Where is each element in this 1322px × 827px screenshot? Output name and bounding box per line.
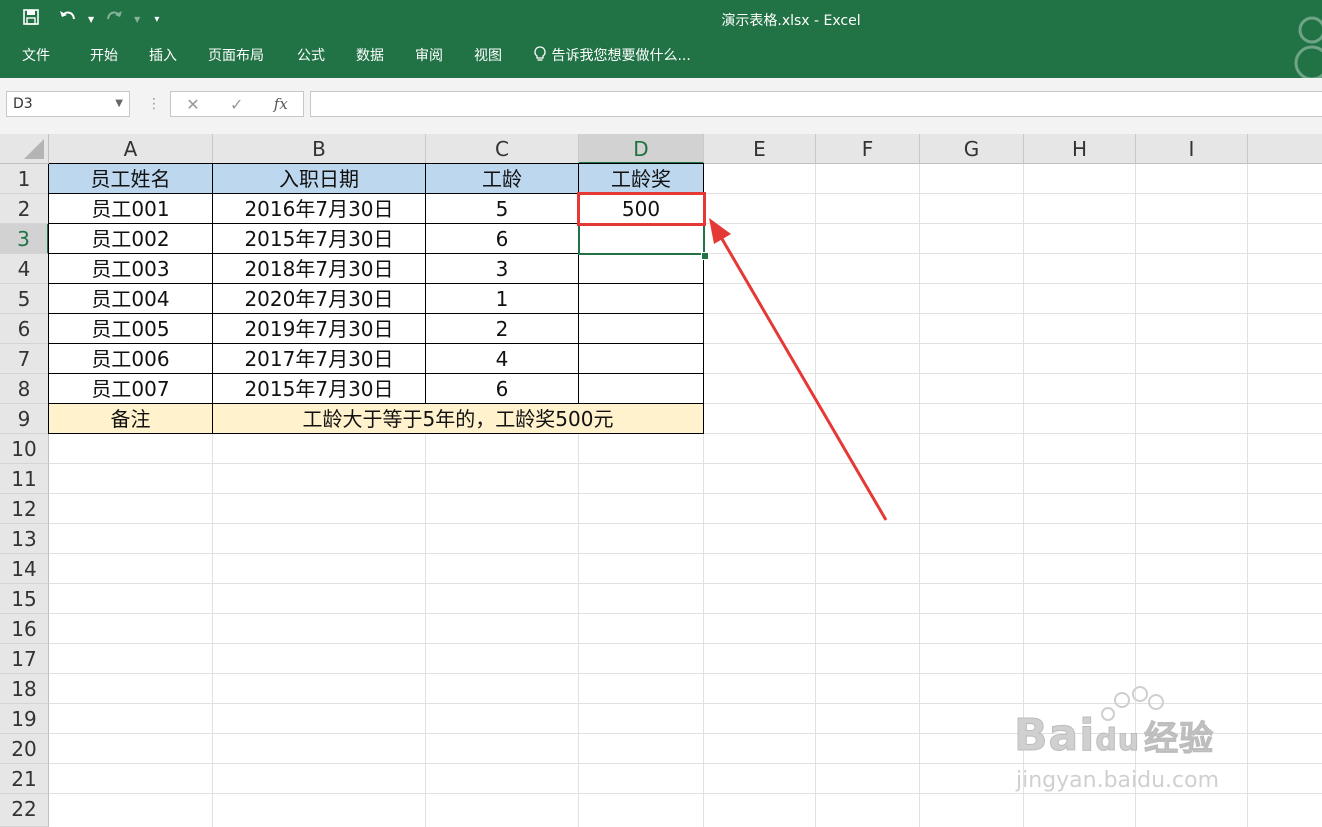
baidu-jingyan-watermark: Baidu 经验 jingyan.baidu.com <box>1010 680 1260 800</box>
watermark-cn: 经验 <box>1144 719 1215 760</box>
watermark-brand: Bai <box>1013 710 1096 762</box>
watermark-url: jingyan.baidu.com <box>1016 768 1220 793</box>
watermark-brand2: du <box>1095 723 1141 759</box>
